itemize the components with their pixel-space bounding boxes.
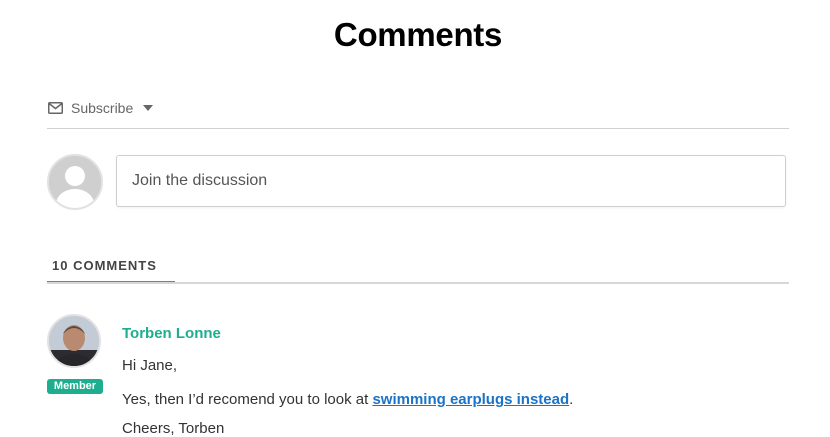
member-badge: Member <box>47 379 103 394</box>
author-avatar[interactable] <box>47 314 101 368</box>
envelope-icon <box>48 102 63 114</box>
page-title: Comments <box>333 16 503 53</box>
comment-greeting: Hi Jane, <box>122 357 178 374</box>
join-discussion-input[interactable] <box>116 155 786 207</box>
comment-signoff: Cheers, Torben <box>122 420 225 437</box>
subscribe-label: Subscribe <box>71 100 134 116</box>
tab-comments[interactable]: 10 COMMENTS <box>47 258 175 284</box>
swimming-earplugs-link[interactable]: swimming earplugs instead <box>372 391 569 408</box>
subscribe-button[interactable]: Subscribe <box>48 99 154 117</box>
guest-avatar <box>47 154 103 210</box>
divider <box>47 128 789 129</box>
comment-body: Yes, then I’d recomend you to look at sw… <box>122 391 574 408</box>
caret-down-icon[interactable] <box>143 105 154 111</box>
tab-divider <box>47 282 789 284</box>
comment-author[interactable]: Torben Lonne <box>122 325 221 342</box>
user-silhouette-icon <box>49 156 101 208</box>
